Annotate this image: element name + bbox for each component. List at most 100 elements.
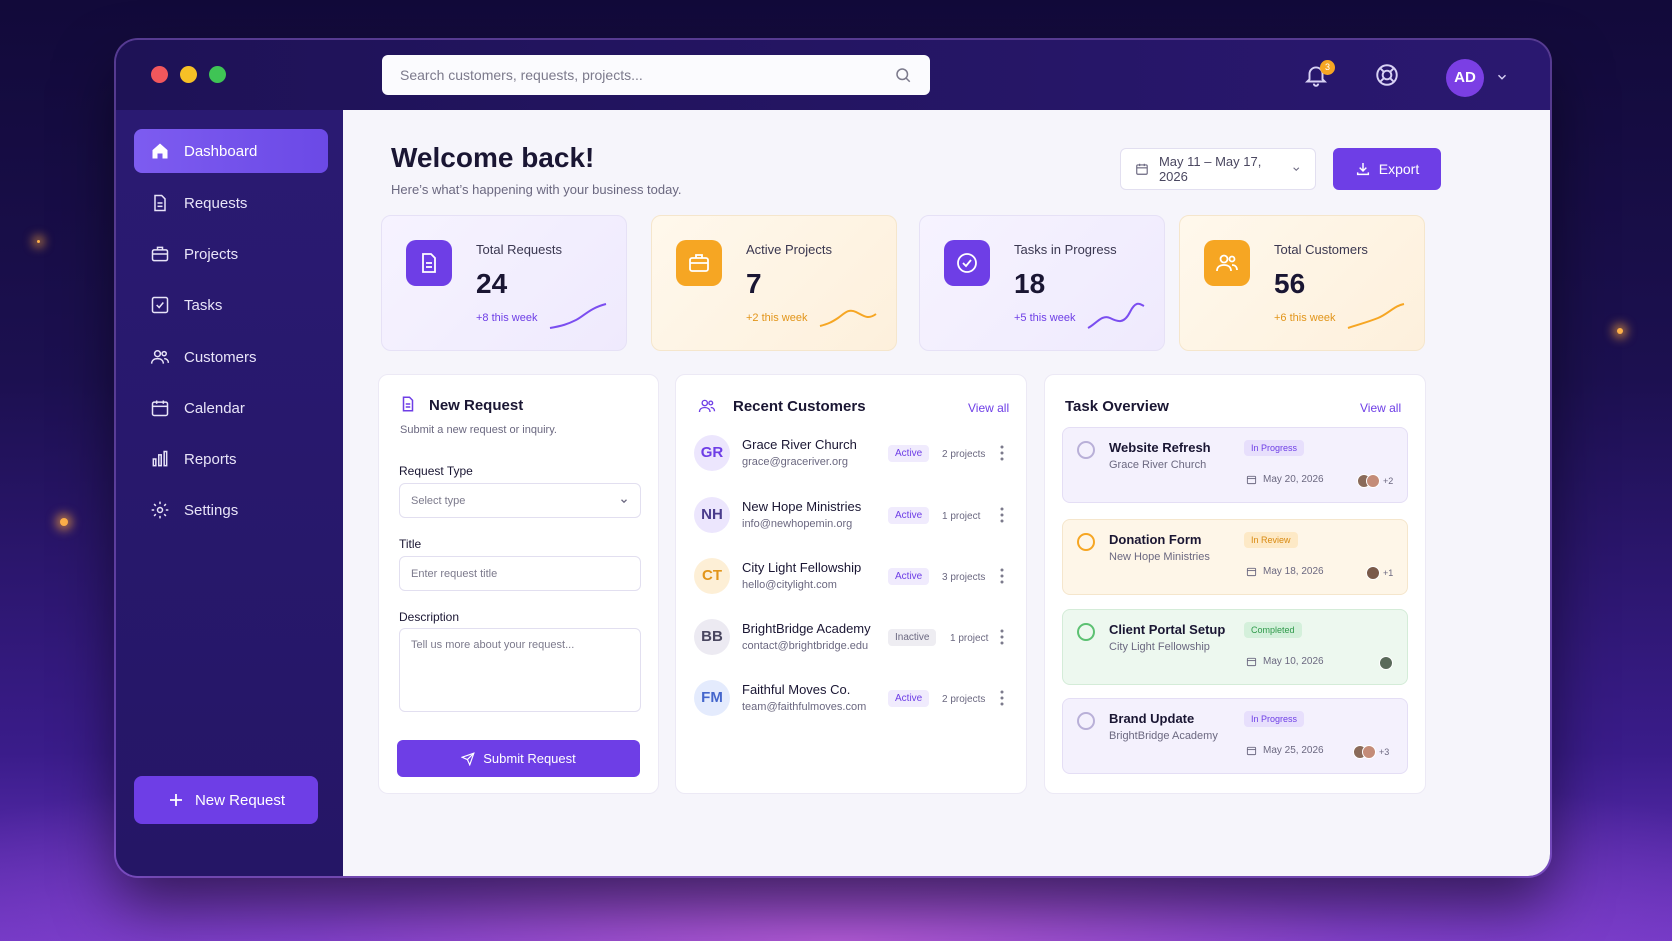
status-badge: In Progress bbox=[1244, 440, 1305, 456]
users-icon bbox=[698, 399, 716, 413]
customer-email: contact@brightbridge.edu bbox=[742, 640, 869, 652]
customer-row[interactable]: BB BrightBridge Academy contact@brightbr… bbox=[694, 613, 1006, 661]
status-badge: In Progress bbox=[1244, 711, 1305, 727]
view-all-tasks-link[interactable]: View all bbox=[1360, 401, 1401, 415]
customer-row[interactable]: FM Faithful Moves Co. team@faithfulmoves… bbox=[694, 674, 1006, 722]
task-checkbox[interactable] bbox=[1077, 623, 1095, 641]
view-all-customers-link[interactable]: View all bbox=[968, 401, 1009, 415]
checkbox-icon bbox=[151, 296, 169, 314]
more-options-icon[interactable] bbox=[1000, 507, 1004, 523]
stat-delta: +2 this week bbox=[746, 312, 808, 324]
assignee-avatars: +1 bbox=[1366, 566, 1393, 580]
task-overview-card: Task Overview View all Website Refresh G… bbox=[1044, 374, 1426, 794]
task-item[interactable]: Brand Update BrightBridge Academy In Pro… bbox=[1062, 698, 1408, 774]
sidebar-item-customers[interactable]: Customers bbox=[134, 335, 328, 379]
task-checkbox[interactable] bbox=[1077, 533, 1095, 551]
more-options-icon[interactable] bbox=[1000, 690, 1004, 706]
sidebar-item-label: Reports bbox=[184, 450, 237, 468]
briefcase-icon bbox=[676, 240, 722, 286]
task-date-label: May 20, 2026 bbox=[1263, 474, 1324, 485]
stat-value: 56 bbox=[1274, 268, 1306, 299]
stat-card-total-requests[interactable]: Total Requests 24 +8 this week bbox=[381, 215, 627, 351]
task-title: Brand Update bbox=[1109, 711, 1195, 726]
task-item[interactable]: Website Refresh Grace River Church In Pr… bbox=[1062, 427, 1408, 503]
status-badge: Active bbox=[888, 690, 930, 707]
customer-avatar: FM bbox=[694, 680, 730, 716]
extra-assignees: +3 bbox=[1379, 747, 1390, 757]
sidebar-item-settings[interactable]: Settings bbox=[134, 488, 328, 532]
plus-icon bbox=[169, 794, 182, 806]
request-type-placeholder: Select type bbox=[411, 494, 466, 507]
date-range-label: May 11 – May 17, 2026 bbox=[1158, 154, 1262, 184]
sidebar-item-label: Requests bbox=[184, 194, 248, 212]
more-options-icon[interactable] bbox=[1000, 445, 1004, 461]
recent-customers-card: Recent Customers View all GR Grace River… bbox=[675, 374, 1027, 794]
stat-card-tasks-in-progress[interactable]: Tasks in Progress 18 +5 this week bbox=[919, 215, 1165, 351]
customer-name: Grace River Church bbox=[742, 437, 857, 452]
help-icon[interactable] bbox=[1374, 62, 1400, 88]
stat-value: 18 bbox=[1014, 268, 1046, 299]
title-input[interactable]: Enter request title bbox=[399, 556, 641, 591]
task-due-date: May 18, 2026 bbox=[1246, 566, 1324, 577]
maximize-window-button[interactable] bbox=[209, 66, 226, 83]
customer-name: BrightBridge Academy bbox=[742, 621, 871, 636]
document-icon bbox=[154, 194, 166, 212]
stat-card-active-projects[interactable]: Active Projects 7 +2 this week bbox=[651, 215, 897, 351]
customer-avatar: CT bbox=[694, 558, 730, 594]
sidebar-item-calendar[interactable]: Calendar bbox=[134, 386, 328, 430]
sidebar-item-label: Dashboard bbox=[184, 142, 258, 160]
stat-delta: +5 this week bbox=[1014, 312, 1076, 324]
calendar-icon bbox=[1246, 475, 1257, 485]
minimize-window-button[interactable] bbox=[180, 66, 197, 83]
search-input[interactable]: Search customers, requests, projects... bbox=[382, 55, 930, 95]
task-due-date: May 25, 2026 bbox=[1246, 745, 1324, 756]
sidebar-item-requests[interactable]: Requests bbox=[134, 181, 328, 225]
customer-email: info@newhopemin.org bbox=[742, 518, 853, 530]
task-checkbox[interactable] bbox=[1077, 441, 1095, 459]
sidebar-item-dashboard[interactable]: Dashboard bbox=[134, 129, 328, 173]
customer-avatar: BB bbox=[694, 619, 730, 655]
user-avatar[interactable]: AD bbox=[1446, 59, 1484, 97]
task-title: Donation Form bbox=[1109, 532, 1202, 547]
assignee-avatars bbox=[1379, 656, 1393, 670]
task-customer: BrightBridge Academy bbox=[1109, 730, 1218, 742]
sidebar-item-tasks[interactable]: Tasks bbox=[134, 283, 328, 327]
task-customer: New Hope Ministries bbox=[1109, 551, 1210, 563]
sparkline bbox=[1087, 302, 1145, 329]
customer-row[interactable]: NH New Hope Ministries info@newhopemin.o… bbox=[694, 491, 1006, 539]
customer-name: City Light Fellowship bbox=[742, 560, 862, 575]
customer-projects: 1 project bbox=[942, 511, 981, 522]
more-options-icon[interactable] bbox=[1000, 568, 1004, 584]
export-button[interactable]: Export bbox=[1333, 148, 1441, 190]
stat-label: Total Customers bbox=[1274, 242, 1368, 257]
card-title: New Request bbox=[429, 397, 524, 414]
customer-avatar: NH bbox=[694, 497, 730, 533]
more-options-icon[interactable] bbox=[1000, 629, 1004, 645]
title-label: Title bbox=[399, 537, 422, 551]
customer-row[interactable]: GR Grace River Church grace@graceriver.o… bbox=[694, 429, 1006, 477]
stat-card-total-customers[interactable]: Total Customers 56 +6 this week bbox=[1179, 215, 1425, 351]
sidebar-item-reports[interactable]: Reports bbox=[134, 437, 328, 481]
chevron-down-icon[interactable] bbox=[1495, 70, 1509, 84]
task-checkbox[interactable] bbox=[1077, 712, 1095, 730]
customer-email: team@faithfulmoves.com bbox=[742, 701, 867, 713]
customer-projects: 1 project bbox=[950, 633, 989, 644]
status-badge: Active bbox=[888, 507, 930, 524]
submit-request-button[interactable]: Submit Request bbox=[397, 740, 640, 777]
description-textarea[interactable]: Tell us more about your request... bbox=[399, 628, 641, 712]
avatar bbox=[1366, 566, 1380, 580]
customer-row[interactable]: CT City Light Fellowship hello@citylight… bbox=[694, 552, 1006, 600]
task-item[interactable]: Client Portal Setup City Light Fellowshi… bbox=[1062, 609, 1408, 685]
sidebar-item-projects[interactable]: Projects bbox=[134, 232, 328, 276]
request-type-select[interactable]: Select type bbox=[399, 483, 641, 518]
status-badge: Active bbox=[888, 445, 930, 462]
close-window-button[interactable] bbox=[151, 66, 168, 83]
stat-delta: +6 this week bbox=[1274, 312, 1336, 324]
page-subtitle: Here’s what’s happening with your busine… bbox=[391, 182, 682, 197]
assignee-avatars: +3 bbox=[1353, 745, 1389, 759]
task-item[interactable]: Donation Form New Hope Ministries In Rev… bbox=[1062, 519, 1408, 595]
app-window: Search customers, requests, projects... … bbox=[116, 40, 1550, 876]
new-request-button[interactable]: New Request bbox=[134, 776, 318, 824]
calendar-icon bbox=[1136, 163, 1148, 175]
date-range-picker[interactable]: May 11 – May 17, 2026 bbox=[1120, 148, 1316, 190]
